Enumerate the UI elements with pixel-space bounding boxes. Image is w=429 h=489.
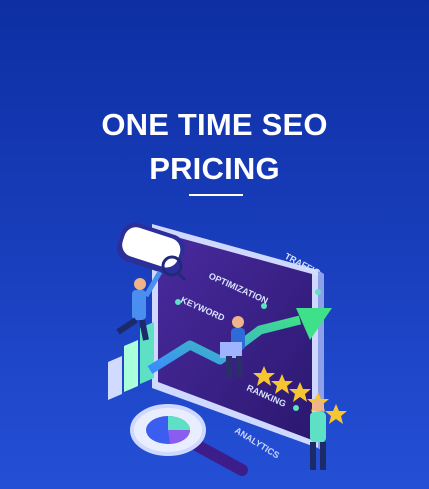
magnifier-icon (130, 404, 248, 476)
title-line-1: ONE TIME SEO (101, 107, 328, 142)
card-title: ONE TIME SEO PRICING (0, 103, 429, 191)
pie-chart-icon (146, 416, 191, 444)
laptop-icon (220, 342, 242, 358)
title-divider (189, 194, 243, 196)
seo-pricing-card: ONE TIME SEO PRICING TRAFFIC OPTIMIZATIO… (0, 0, 429, 489)
seo-illustration: TRAFFIC OPTIMIZATION KEYWORD RANKING ANA… (108, 222, 347, 476)
title-line-2: PRICING (149, 151, 280, 186)
star-icon (325, 404, 347, 424)
